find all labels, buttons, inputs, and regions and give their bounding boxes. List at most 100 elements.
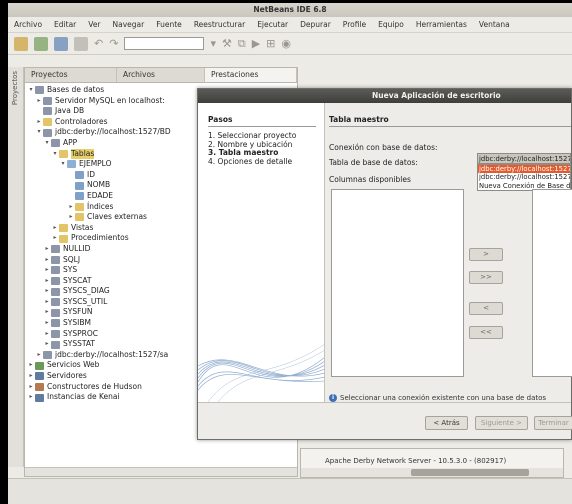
fold-icon (75, 213, 84, 222)
db-icon (51, 340, 60, 349)
tree-node-label: SYSCS_DIAG (63, 286, 110, 296)
undo-icon[interactable]: ↶ (94, 37, 103, 50)
remove-all-columns-button[interactable]: << (469, 326, 503, 339)
menu-herramientas[interactable]: Herramientas (416, 20, 467, 29)
tab-services[interactable]: Prestaciones (205, 68, 297, 82)
tree-node-label: Servidores (47, 371, 87, 381)
srv-icon (35, 393, 44, 402)
expand-toggle-icon[interactable]: ▸ (43, 255, 51, 266)
open-project-icon[interactable] (54, 36, 68, 51)
expand-toggle-icon[interactable]: ▾ (27, 85, 35, 96)
expand-toggle-icon[interactable]: ▾ (59, 159, 67, 170)
menu-profile[interactable]: Profile (343, 20, 366, 29)
build-icon[interactable]: ⚒ (222, 37, 232, 50)
db-icon (51, 276, 60, 285)
web-icon (35, 361, 44, 370)
tree-node-label: Servidor MySQL en localhost: (55, 95, 165, 105)
new-file-icon[interactable] (34, 36, 48, 51)
add-column-button[interactable]: > (469, 248, 503, 261)
configuration-combo[interactable] (124, 37, 205, 50)
steps-list: 1. Seleccionar proyecto 2. Nombre y ubica… (208, 131, 296, 167)
menu-equipo[interactable]: Equipo (378, 20, 404, 29)
new-project-icon[interactable] (14, 36, 28, 51)
expand-toggle-icon[interactable]: ▾ (35, 127, 43, 138)
tab-projects[interactable]: Proyectos (25, 68, 117, 82)
step-item: 4. Opciones de detalle (208, 157, 296, 167)
redo-icon[interactable]: ↷ (109, 37, 118, 50)
tab-files[interactable]: Archivos (117, 68, 205, 82)
expand-toggle-icon[interactable]: ▸ (43, 297, 51, 308)
available-columns-label: Columnas disponibles (329, 175, 411, 184)
add-all-columns-button[interactable]: >> (469, 271, 503, 284)
expand-toggle-icon[interactable]: ▸ (35, 117, 43, 128)
output-scrollbar-thumb[interactable] (411, 469, 529, 476)
expand-toggle-icon[interactable]: ▸ (43, 276, 51, 287)
expand-toggle-icon[interactable]: ▾ (43, 138, 51, 149)
selected-columns-list[interactable] (532, 189, 572, 377)
connection-option[interactable]: jdbc:derby://localhost:1527/BD (478, 165, 570, 174)
expand-toggle-icon[interactable]: ▸ (67, 202, 75, 213)
menu-editar[interactable]: Editar (54, 20, 76, 29)
back-button[interactable]: < Atrás (425, 416, 468, 430)
menu-ver[interactable]: Ver (88, 20, 100, 29)
expand-toggle-icon[interactable]: ▸ (35, 350, 43, 361)
steps-header: Pasos (208, 115, 233, 124)
menu-depurar[interactable]: Depurar (300, 20, 331, 29)
expand-toggle-icon[interactable]: ▸ (27, 382, 35, 393)
connection-dropdown[interactable]: jdbc:derby://localhost:1527/BD (477, 153, 571, 164)
run-icon[interactable]: ▶ (252, 37, 260, 50)
remove-column-button[interactable]: < (469, 302, 503, 315)
expand-toggle-icon[interactable]: ▸ (27, 392, 35, 403)
fold-icon (59, 224, 68, 233)
expand-toggle-icon[interactable]: ▸ (43, 329, 51, 340)
new-desktop-app-dialog: Nueva Aplicación de escritorio Pasos 1. … (197, 88, 572, 440)
connection-option[interactable]: jdbc:derby://localhost:1527/sa (478, 173, 570, 181)
expand-toggle-icon[interactable]: ▾ (51, 149, 59, 160)
expand-toggle-icon[interactable]: ▸ (43, 286, 51, 297)
expand-toggle-icon[interactable]: ▸ (43, 339, 51, 350)
clean-build-icon[interactable]: ⧉ (238, 37, 246, 51)
expand-toggle-icon[interactable]: ▸ (35, 96, 43, 107)
expand-toggle-icon[interactable]: ▸ (43, 265, 51, 276)
tree-node-label: SYSCS_UTIL (63, 296, 108, 306)
db-icon (51, 266, 60, 275)
available-columns-list[interactable] (331, 189, 464, 377)
tree-node-label: Claves externas (87, 212, 147, 222)
menu-navegar[interactable]: Navegar (113, 20, 145, 29)
tree-node-label: Servicios Web (47, 360, 100, 370)
tree-node-label: Controladores (55, 116, 108, 126)
menu-bar: Archivo Editar Ver Navegar Fuente Reestructur… (8, 17, 572, 33)
debug-icon[interactable]: ⊞ (266, 37, 275, 50)
table-label: Tabla de base de datos: (329, 158, 418, 167)
expand-toggle-icon[interactable]: ▸ (51, 233, 59, 244)
menu-ejecutar[interactable]: Ejecutar (257, 20, 288, 29)
db-icon (43, 351, 52, 360)
expand-toggle-icon[interactable]: ▸ (43, 244, 51, 255)
tree-horizontal-scrollbar[interactable] (25, 467, 297, 476)
side-tab-projects[interactable]: Proyectos (11, 71, 19, 105)
menu-archivo[interactable]: Archivo (14, 20, 42, 29)
menu-reestructurar[interactable]: Reestructurar (194, 20, 245, 29)
expand-toggle-icon[interactable]: ▸ (43, 318, 51, 329)
db-icon (51, 308, 60, 317)
combo-arrow-icon[interactable]: ▾ (210, 37, 216, 50)
next-button[interactable]: Siguiente > (475, 416, 528, 430)
expand-toggle-icon[interactable]: ▸ (51, 223, 59, 234)
tree-node-label: Bases de datos (47, 85, 105, 94)
output-scrollbar[interactable] (301, 468, 563, 477)
expand-toggle-icon[interactable]: ▸ (67, 212, 75, 223)
expand-toggle-icon[interactable]: ▸ (27, 371, 35, 382)
side-minimized-bar: Proyectos (8, 67, 24, 467)
tree-node-label: SYSIBM (63, 318, 91, 328)
menu-fuente[interactable]: Fuente (156, 20, 182, 29)
db-icon (51, 298, 60, 307)
dialog-footer: < Atrás Siguiente > Terminar (198, 402, 572, 439)
expand-toggle-icon[interactable]: ▸ (43, 307, 51, 318)
menu-ventana[interactable]: Ventana (479, 20, 510, 29)
expand-toggle-icon[interactable]: ▸ (27, 360, 35, 371)
decorative-waves-image (198, 344, 324, 402)
profile-icon[interactable]: ◉ (281, 37, 291, 50)
finish-button[interactable]: Terminar (534, 416, 572, 430)
save-all-icon[interactable] (74, 36, 88, 51)
db-icon (43, 107, 52, 116)
